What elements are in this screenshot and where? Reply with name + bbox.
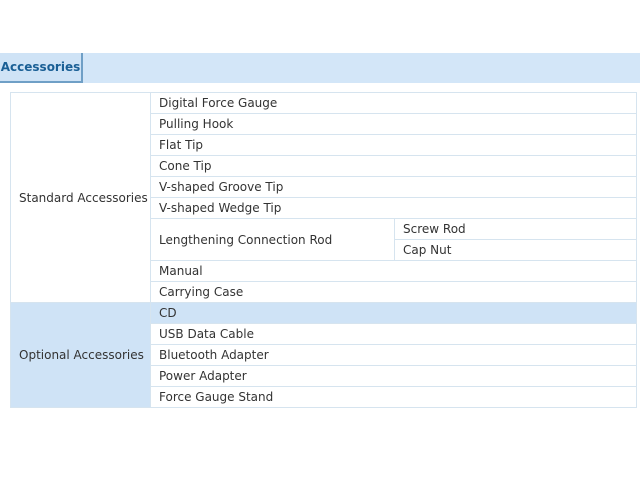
list-item: Power Adapter [150,365,637,387]
list-item: Force Gauge Stand [150,386,637,408]
rod-part-item: Cap Nut [394,239,637,261]
accessories-table: Standard Accessories Digital Force Gauge… [10,92,637,408]
list-item: USB Data Cable [150,323,637,345]
list-item: Cone Tip [150,155,637,177]
list-item: V-shaped Groove Tip [150,176,637,198]
tab-bar: Accessories [0,53,640,83]
table-row: Optional Accessories CD [10,302,637,408]
tab-accessories[interactable]: Accessories [0,53,83,83]
list-item: Carrying Case [150,281,637,303]
list-item: Flat Tip [150,134,637,156]
list-item: Pulling Hook [150,113,637,135]
list-item: Manual [150,260,637,282]
list-item: V-shaped Wedge Tip [150,197,637,219]
table-row: Standard Accessories Digital Force Gauge [10,92,637,303]
list-item: Bluetooth Adapter [150,344,637,366]
lengthening-rod-label: Lengthening Connection Rod [150,218,395,261]
list-item: Digital Force Gauge [150,92,637,114]
list-item: CD [150,302,637,324]
optional-accessories-label: Optional Accessories [10,302,151,408]
standard-accessories-label: Standard Accessories [10,92,151,303]
rod-part-item: Screw Rod [394,218,637,240]
